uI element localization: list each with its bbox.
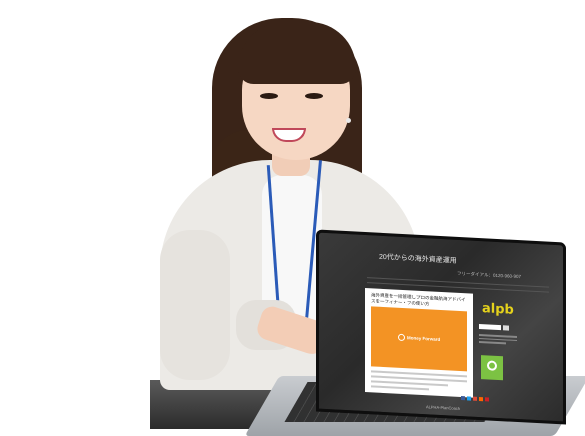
article-image: Money Forward bbox=[371, 306, 467, 372]
rss-icon bbox=[479, 396, 483, 402]
google-plus-icon bbox=[473, 396, 477, 401]
sidebar-search-button bbox=[503, 325, 509, 331]
article-card: 海外資産を一括管理しプロの金融航海アドバイスを一フィナー・フの使い方 Money… bbox=[365, 288, 473, 398]
eye-left bbox=[260, 93, 278, 99]
bangs bbox=[238, 22, 356, 84]
eye-right bbox=[305, 93, 323, 99]
laptop-screen: 20代からの海外資産運用 フリーダイアル：0120-960-907 海外資産を一… bbox=[316, 229, 566, 425]
brand-logo: Money Forward bbox=[398, 333, 441, 343]
arm-left bbox=[160, 230, 230, 380]
earring bbox=[346, 118, 351, 123]
twitter-icon bbox=[467, 396, 471, 401]
brand-logo-text: Money Forward bbox=[407, 335, 441, 342]
sidebar-badge bbox=[481, 355, 503, 381]
pinterest-icon bbox=[485, 397, 489, 402]
brand-mark-icon bbox=[398, 333, 405, 342]
sidebar-logo: alpb bbox=[482, 301, 514, 318]
article-body bbox=[371, 370, 467, 395]
photo-scene: 20代からの海外資産運用 フリーダイアル：0120-960-907 海外資産を一… bbox=[0, 0, 585, 436]
sidebar-text bbox=[479, 333, 517, 346]
facebook-icon bbox=[461, 396, 465, 401]
badge-ring-icon bbox=[487, 360, 497, 371]
